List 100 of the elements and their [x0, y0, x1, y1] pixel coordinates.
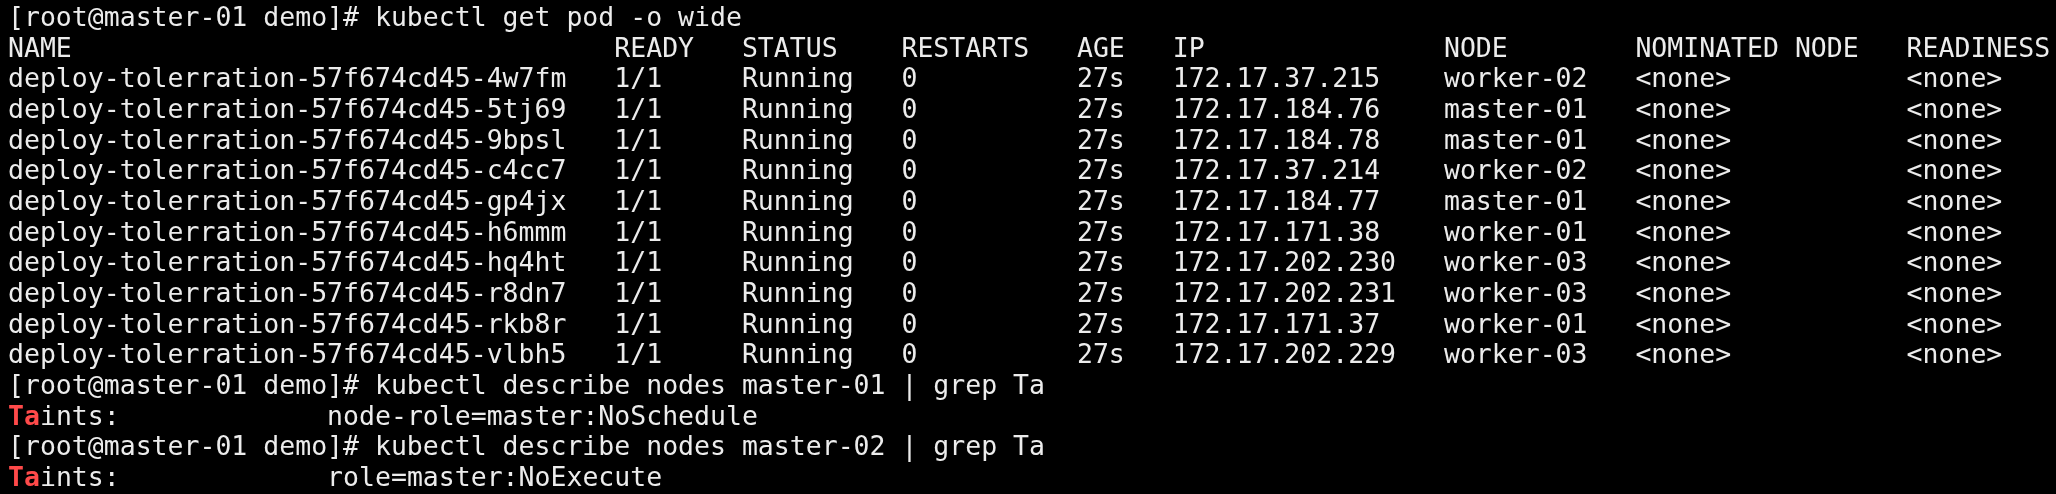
- table-cell: 27s: [1076, 63, 1125, 94]
- table-cell: Running: [741, 216, 854, 247]
- table-cell: 0: [901, 247, 918, 278]
- table-cell: 27s: [1076, 339, 1125, 370]
- table-cell: 172.17.202.229: [1172, 339, 1397, 370]
- table-cell: 172.17.184.78: [1172, 124, 1381, 155]
- table-cell: Running: [741, 247, 854, 278]
- table-cell: <none>: [1635, 277, 1732, 308]
- command-line: [root@master-01 demo]# kubectl describe nodes master-02 | grep Ta: [8, 431, 1047, 462]
- table-cell: 172.17.37.214: [1172, 155, 1381, 186]
- command-line: [root@master-01 demo]# kubectl describe nodes master-01 | grep Ta: [8, 369, 1047, 400]
- table-cell: <none>: [1906, 216, 2003, 247]
- table-cell: deploy-tolerration-57f674cd45-c4cc7: [8, 155, 567, 186]
- table-cell: Running: [741, 155, 854, 186]
- table-cell: 172.17.184.77: [1172, 185, 1381, 216]
- column-header: IP: [1172, 32, 1205, 63]
- table-cell: worker-02: [1443, 155, 1588, 186]
- table-cell: <none>: [1906, 247, 2003, 278]
- table-cell: 1/1: [614, 124, 663, 155]
- table-cell: Running: [741, 339, 854, 370]
- table-cell: 27s: [1076, 308, 1125, 339]
- table-cell: worker-02: [1443, 63, 1588, 94]
- table-cell: <none>: [1635, 155, 1732, 186]
- table-cell: 1/1: [614, 247, 663, 278]
- column-header: READINESS: [1906, 32, 2051, 63]
- table-cell: <none>: [1635, 247, 1732, 278]
- table-cell: Running: [741, 63, 854, 94]
- table-cell: master-01: [1443, 185, 1588, 216]
- table-cell: 1/1: [614, 185, 663, 216]
- table-cell: 0: [901, 339, 918, 370]
- table-cell: deploy-tolerration-57f674cd45-4w7fm: [8, 63, 567, 94]
- table-cell: 0: [901, 124, 918, 155]
- table-cell: deploy-tolerration-57f674cd45-h6mmm: [8, 216, 567, 247]
- table-cell: <none>: [1906, 277, 2003, 308]
- table-cell: <none>: [1906, 155, 2003, 186]
- table-cell: 27s: [1076, 216, 1125, 247]
- column-header: NOMINATED NODE: [1635, 32, 1859, 63]
- table-cell: 27s: [1076, 124, 1125, 155]
- table-cell: <none>: [1906, 93, 2003, 124]
- table-cell: <none>: [1906, 185, 2003, 216]
- table-cell: <none>: [1635, 216, 1732, 247]
- table-cell: 1/1: [614, 93, 663, 124]
- table-cell: 172.17.202.230: [1172, 247, 1397, 278]
- column-header: NODE: [1443, 32, 1508, 63]
- table-cell: deploy-tolerration-57f674cd45-r8dn7: [8, 277, 567, 308]
- column-header: READY: [614, 32, 695, 63]
- table-cell: master-01: [1443, 93, 1588, 124]
- table-cell: deploy-tolerration-57f674cd45-gp4jx: [8, 185, 567, 216]
- column-header: STATUS: [741, 32, 838, 63]
- table-cell: 172.17.202.231: [1172, 277, 1397, 308]
- table-cell: Running: [741, 185, 854, 216]
- table-cell: 1/1: [614, 63, 663, 94]
- table-cell: 0: [901, 185, 918, 216]
- column-header: RESTARTS: [901, 32, 1030, 63]
- table-cell: deploy-tolerration-57f674cd45-hq4ht: [8, 247, 567, 278]
- table-cell: master-01: [1443, 124, 1588, 155]
- table-cell: 1/1: [614, 155, 663, 186]
- table-cell: <none>: [1635, 185, 1732, 216]
- table-cell: 1/1: [614, 277, 663, 308]
- table-cell: <none>: [1635, 308, 1732, 339]
- table-cell: <none>: [1635, 63, 1732, 94]
- table-cell: 0: [901, 277, 918, 308]
- table-cell: 27s: [1076, 247, 1125, 278]
- command-line: [root@master-01 demo]# kubectl get pod -o wide: [8, 2, 743, 32]
- table-cell: 0: [901, 155, 918, 186]
- table-cell: 27s: [1076, 93, 1125, 124]
- table-cell: 1/1: [614, 308, 663, 339]
- table-cell: worker-01: [1443, 308, 1588, 339]
- table-cell: deploy-tolerration-57f674cd45-vlbh5: [8, 339, 567, 370]
- table-cell: 0: [901, 216, 918, 247]
- table-cell: 172.17.171.37: [1172, 308, 1381, 339]
- table-cell: 172.17.171.38: [1172, 216, 1381, 247]
- table-cell: Running: [741, 308, 854, 339]
- table-cell: 27s: [1076, 155, 1125, 186]
- table-cell: worker-03: [1443, 247, 1588, 278]
- table-cell: worker-03: [1443, 277, 1588, 308]
- column-header: AGE: [1076, 32, 1125, 63]
- table-cell: worker-01: [1443, 216, 1588, 247]
- table-cell: 0: [901, 93, 918, 124]
- output-value: role=master:NoExecute: [327, 461, 663, 492]
- column-header: NAME: [8, 32, 72, 63]
- table-cell: Running: [741, 93, 854, 124]
- table-cell: 27s: [1076, 185, 1125, 216]
- table-cell: Running: [741, 277, 854, 308]
- table-cell: 172.17.184.76: [1172, 93, 1381, 124]
- output-label: Taints:: [8, 461, 120, 492]
- table-cell: 1/1: [614, 339, 663, 370]
- table-cell: <none>: [1906, 63, 2003, 94]
- table-cell: 0: [901, 63, 918, 94]
- table-cell: <none>: [1906, 339, 2003, 370]
- table-cell: 172.17.37.215: [1172, 63, 1381, 94]
- table-cell: deploy-tolerration-57f674cd45-rkb8r: [8, 308, 567, 339]
- table-cell: 0: [901, 308, 918, 339]
- output-label: Taints:: [8, 400, 120, 431]
- table-cell: deploy-tolerration-57f674cd45-5tj69: [8, 93, 567, 124]
- table-cell: 1/1: [614, 216, 663, 247]
- table-cell: <none>: [1906, 308, 2003, 339]
- table-cell: <none>: [1635, 93, 1732, 124]
- table-cell: <none>: [1635, 339, 1732, 370]
- table-cell: <none>: [1906, 124, 2003, 155]
